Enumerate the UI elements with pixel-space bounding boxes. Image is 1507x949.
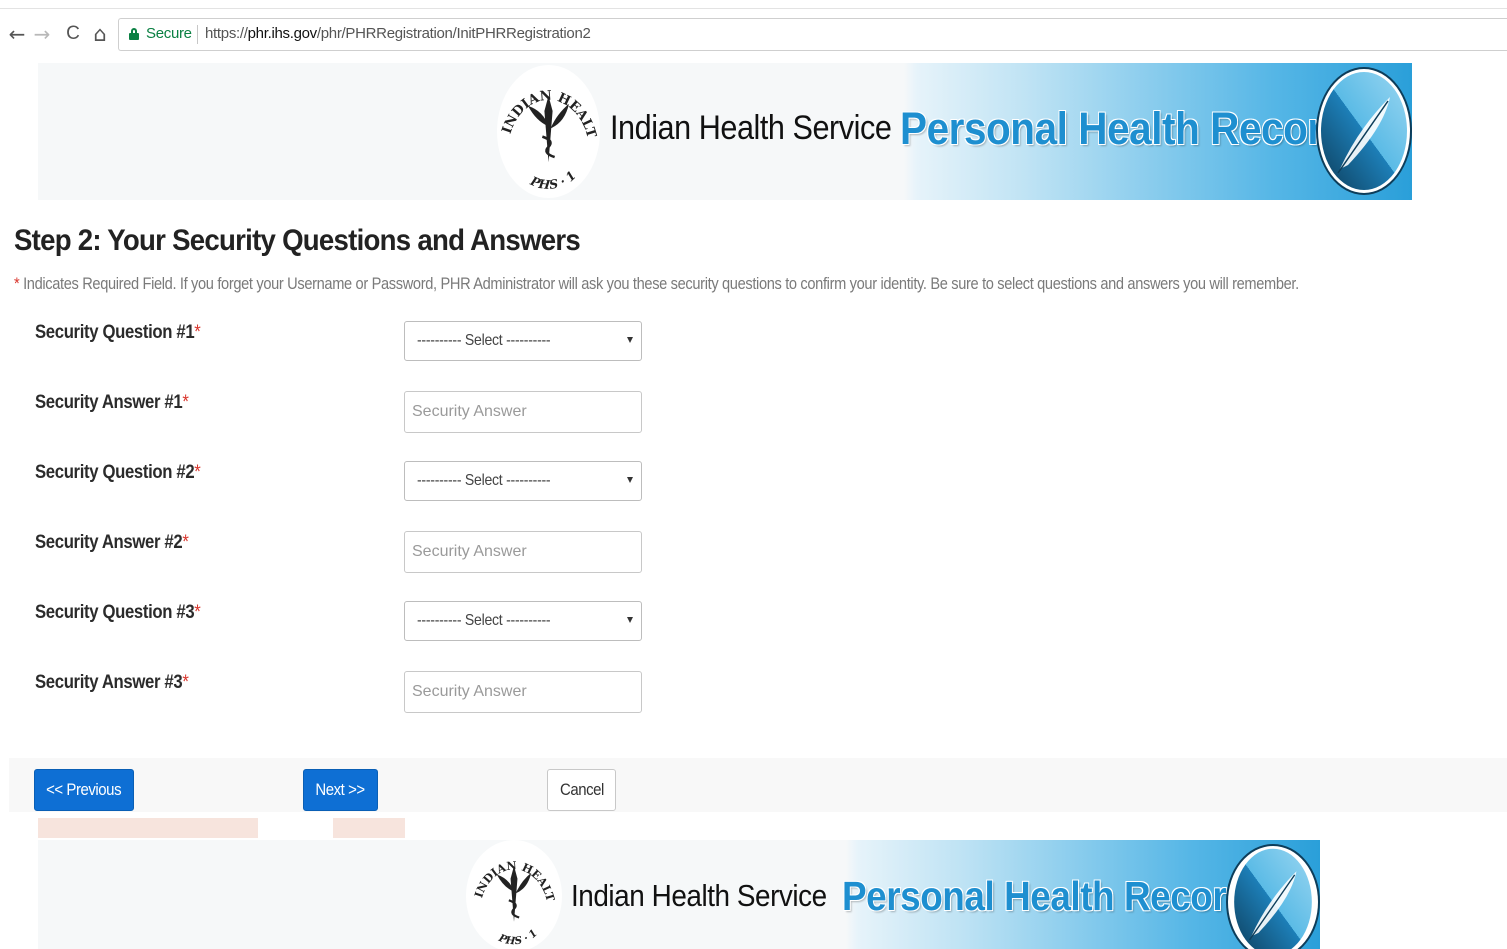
required-star: *	[182, 672, 189, 693]
required-note-text: Indicates Required Field. If you forget …	[19, 274, 1299, 293]
label-text: Security Question #3	[35, 602, 195, 623]
feather-icon	[1228, 846, 1318, 949]
browser-toolbar: ← → C ⌂ Secure https://phr.ihs.gov/phr/P…	[0, 0, 1507, 66]
ihs-seal-logo: INDIAN HEALTH SERVICE PHS · 1955	[466, 840, 562, 949]
header-banner: INDIAN HEALTH SERVICE PHS · 1955 Indian …	[38, 63, 1412, 200]
previous-button[interactable]: << Previous	[34, 769, 134, 811]
security-answer-2-input[interactable]	[404, 531, 642, 573]
security-question-3-select[interactable]: ---------- Select ----------	[404, 601, 642, 641]
forward-icon[interactable]: →	[31, 22, 53, 46]
home-icon[interactable]: ⌂	[89, 22, 111, 46]
url-text[interactable]: https://phr.ihs.gov/phr/PHRRegistration/…	[205, 25, 591, 42]
product-name: Personal Health Record	[900, 103, 1347, 154]
url-separator	[197, 25, 198, 44]
product-name: Personal Health Record	[842, 873, 1249, 919]
label-text: Security Answer #1	[35, 392, 183, 413]
ihs-seal-logo: INDIAN HEALTH SERVICE PHS · 1955	[497, 65, 600, 198]
url-host: phr.ihs.gov	[247, 25, 318, 42]
label-text: Security Answer #3	[35, 672, 183, 693]
required-star: *	[194, 462, 201, 483]
required-field-note: * Indicates Required Field. If you forge…	[14, 274, 1299, 294]
seal-graphic: INDIAN HEALTH SERVICE PHS · 1955	[497, 65, 599, 192]
lock-icon	[129, 28, 139, 40]
page-title: Step 2: Your Security Questions and Answ…	[14, 224, 581, 257]
label-text: Security Question #1	[35, 322, 195, 343]
url-scheme: https://	[205, 25, 248, 42]
reload-icon[interactable]: C	[62, 22, 84, 46]
toolbar-divider	[0, 8, 1507, 9]
required-star: *	[194, 602, 201, 623]
image-artifact	[38, 818, 258, 838]
back-icon[interactable]: ←	[6, 22, 28, 46]
security-question-2-label: Security Question #2*	[35, 462, 201, 484]
select-value: ---------- Select ----------	[417, 332, 551, 349]
button-bar	[9, 758, 1507, 812]
security-question-1-select[interactable]: ---------- Select ----------	[404, 321, 642, 361]
org-name: Indian Health Service	[571, 878, 827, 913]
security-answer-3-input[interactable]	[404, 671, 642, 713]
cancel-button[interactable]: Cancel	[547, 769, 616, 811]
chevron-down-icon	[627, 477, 633, 483]
next-button[interactable]: Next >>	[303, 769, 378, 811]
chevron-down-icon	[627, 337, 633, 343]
security-answer-1-input[interactable]	[404, 391, 642, 433]
cancel-button-label: Cancel	[559, 780, 604, 799]
next-button-label: Next >>	[315, 780, 366, 799]
security-answer-1-label: Security Answer #1*	[35, 392, 189, 414]
security-answer-2-label: Security Answer #2*	[35, 532, 189, 554]
feather-icon	[1318, 69, 1410, 193]
required-star: *	[182, 532, 189, 553]
select-value: ---------- Select ----------	[417, 612, 551, 629]
security-answer-3-label: Security Answer #3*	[35, 672, 189, 694]
chevron-down-icon	[627, 617, 633, 623]
security-question-1-label: Security Question #1*	[35, 322, 201, 344]
address-bar[interactable]: Secure https://phr.ihs.gov/phr/PHRRegist…	[118, 18, 1507, 51]
required-star: *	[194, 322, 201, 343]
seal-graphic: INDIAN HEALTH SERVICE PHS · 1955	[466, 840, 558, 948]
footer-banner: INDIAN HEALTH SERVICE PHS · 1955 Indian …	[38, 840, 1320, 949]
security-question-2-select[interactable]: ---------- Select ----------	[404, 461, 642, 501]
url-path: /phr/PHRRegistration/InitPHRRegistration…	[316, 25, 591, 42]
secure-label: Secure	[146, 25, 192, 42]
org-name: Indian Health Service	[610, 109, 892, 147]
label-text: Security Question #2	[35, 462, 195, 483]
image-artifact	[333, 818, 405, 838]
label-text: Security Answer #2	[35, 532, 183, 553]
previous-button-label: << Previous	[46, 780, 122, 799]
security-question-3-label: Security Question #3*	[35, 602, 201, 624]
select-value: ---------- Select ----------	[417, 472, 551, 489]
required-star: *	[182, 392, 189, 413]
